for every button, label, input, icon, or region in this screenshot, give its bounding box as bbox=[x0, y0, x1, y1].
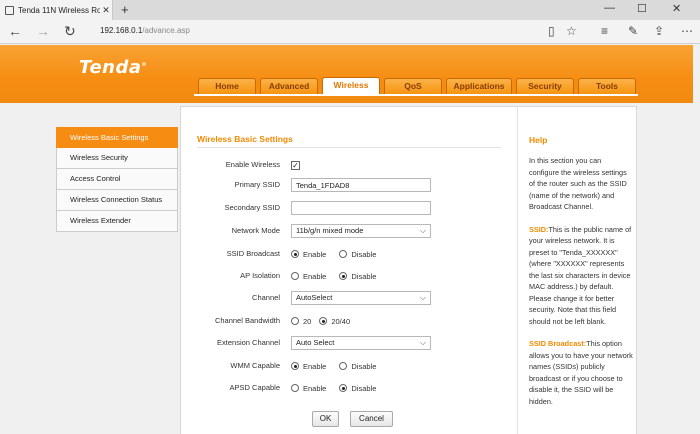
wmm-capable-label: WMM Capable bbox=[230, 361, 280, 370]
cancel-button[interactable]: Cancel bbox=[350, 411, 393, 427]
ok-button[interactable]: OK bbox=[312, 411, 339, 427]
primary-ssid-row: Primary SSID bbox=[181, 177, 518, 193]
ap-isolation-label: AP Isolation bbox=[240, 271, 280, 280]
network-mode-row: Network Mode 11b/g/n mixed mode ⌵ bbox=[181, 223, 518, 239]
tab-tools[interactable]: Tools bbox=[578, 78, 636, 94]
reading-view-icon[interactable]: ▯ bbox=[548, 24, 555, 38]
new-tab-button[interactable]: + bbox=[121, 2, 129, 17]
chevron-down-icon: ⌵ bbox=[419, 338, 426, 347]
sidebar-item-access-control[interactable]: Access Control bbox=[56, 169, 178, 190]
browser-tab[interactable]: Tenda 11N Wireless Rout ✕ bbox=[0, 0, 113, 20]
tab-applications[interactable]: Applications bbox=[446, 78, 512, 94]
browser-toolbar: ← → ↻ 192.168.0.1/advance.asp ▯ ☆ ≡ ✎ ⇪ … bbox=[0, 20, 700, 44]
channel-row: Channel AutoSelect ⌵ bbox=[181, 290, 518, 306]
extension-channel-label: Extension Channel bbox=[217, 338, 280, 347]
primary-ssid-input[interactable] bbox=[291, 178, 431, 192]
tab-wireless[interactable]: Wireless bbox=[322, 77, 380, 95]
ap-isolation-row: AP Isolation Enable Disable bbox=[181, 268, 518, 284]
help-ssid: SSID:This is the public name of your wir… bbox=[529, 224, 632, 326]
sidebar-item-wireless-connection-status[interactable]: Wireless Connection Status bbox=[56, 190, 178, 211]
help-panel: Help In this section you can configure t… bbox=[517, 106, 637, 434]
address-bar[interactable]: 192.168.0.1/advance.asp bbox=[100, 26, 190, 35]
more-icon[interactable]: ⋯ bbox=[681, 24, 693, 38]
ssid-broadcast-enable-radio[interactable]: Enable bbox=[291, 250, 326, 259]
hub-icon[interactable]: ≡ bbox=[601, 24, 608, 38]
title-divider bbox=[197, 147, 501, 148]
chevron-down-icon: ⌵ bbox=[419, 293, 426, 302]
apsd-capable-label: APSD Capable bbox=[229, 383, 280, 392]
sidebar-item-wireless-security[interactable]: Wireless Security bbox=[56, 148, 178, 169]
enable-wireless-row: Enable Wireless ✓ bbox=[181, 157, 518, 173]
network-mode-label: Network Mode bbox=[231, 226, 280, 235]
back-icon[interactable]: ← bbox=[8, 23, 22, 39]
ssid-broadcast-row: SSID Broadcast Enable Disable bbox=[181, 246, 518, 262]
help-text: In this section you can configure the wi… bbox=[529, 155, 633, 418]
wmm-disable-radio[interactable]: Disable bbox=[339, 362, 376, 371]
favorite-star-icon[interactable]: ☆ bbox=[566, 24, 577, 38]
tab-advanced[interactable]: Advanced bbox=[260, 78, 318, 94]
minimize-button[interactable]: — bbox=[604, 2, 615, 14]
help-ssid-broadcast: SSID Broadcast:This option allows you to… bbox=[529, 339, 633, 406]
bandwidth-20-radio[interactable]: 20 bbox=[291, 317, 311, 326]
wmm-enable-radio[interactable]: Enable bbox=[291, 362, 326, 371]
page-icon bbox=[5, 5, 14, 15]
channel-value: AutoSelect bbox=[296, 293, 333, 302]
url-host: 192.168.0.1 bbox=[100, 26, 143, 35]
network-mode-value: 11b/g/n mixed mode bbox=[296, 226, 364, 235]
share-icon[interactable]: ⇪ bbox=[654, 24, 664, 38]
secondary-ssid-row: Secondary SSID bbox=[181, 200, 518, 216]
settings-panel: Wireless Basic Settings Enable Wireless … bbox=[180, 106, 517, 434]
wmm-capable-row: WMM Capable Enable Disable bbox=[181, 358, 518, 374]
ssid-broadcast-label: SSID Broadcast bbox=[226, 249, 280, 258]
tab-qos[interactable]: QoS bbox=[384, 78, 442, 94]
browser-tab-bar: Tenda 11N Wireless Rout ✕ + — ☐ ✕ bbox=[0, 0, 700, 20]
channel-bandwidth-row: Channel Bandwidth 20 20/40 bbox=[181, 313, 518, 329]
ap-isolation-disable-radio[interactable]: Disable bbox=[339, 272, 376, 281]
channel-select[interactable]: AutoSelect ⌵ bbox=[291, 291, 431, 305]
tab-title: Tenda 11N Wireless Rout bbox=[18, 5, 100, 15]
header-bar: Tenda® Home Advanced Wireless QoS Applic… bbox=[0, 45, 700, 103]
forward-icon[interactable]: → bbox=[36, 23, 50, 39]
tab-close-icon[interactable]: ✕ bbox=[100, 5, 112, 16]
network-mode-select[interactable]: 11b/g/n mixed mode ⌵ bbox=[291, 224, 431, 238]
enable-wireless-label: Enable Wireless bbox=[225, 160, 280, 169]
apsd-enable-radio[interactable]: Enable bbox=[291, 384, 326, 393]
section-title: Wireless Basic Settings bbox=[197, 134, 293, 144]
help-intro: In this section you can configure the wi… bbox=[529, 156, 627, 211]
page-scrollbar[interactable] bbox=[693, 45, 700, 434]
sidebar-item-wireless-basic-settings[interactable]: Wireless Basic Settings bbox=[56, 127, 178, 148]
bandwidth-20-40-radio[interactable]: 20/40 bbox=[319, 317, 350, 326]
url-path: /advance.asp bbox=[142, 26, 190, 35]
channel-label: Channel bbox=[252, 293, 280, 302]
tab-security[interactable]: Security bbox=[516, 78, 574, 94]
refresh-icon[interactable]: ↻ bbox=[64, 23, 76, 40]
maximize-button[interactable]: ☐ bbox=[637, 2, 647, 15]
secondary-ssid-label: Secondary SSID bbox=[224, 203, 280, 212]
router-page: Tenda® Home Advanced Wireless QoS Applic… bbox=[0, 45, 700, 434]
apsd-disable-radio[interactable]: Disable bbox=[339, 384, 376, 393]
window-close-button[interactable]: ✕ bbox=[672, 2, 681, 15]
chevron-down-icon: ⌵ bbox=[419, 226, 426, 235]
ap-isolation-enable-radio[interactable]: Enable bbox=[291, 272, 326, 281]
tab-home[interactable]: Home bbox=[198, 78, 256, 94]
enable-wireless-checkbox[interactable]: ✓ bbox=[291, 160, 300, 170]
extension-channel-select[interactable]: Auto Select ⌵ bbox=[291, 336, 431, 350]
help-title: Help bbox=[529, 135, 548, 145]
web-note-icon[interactable]: ✎ bbox=[628, 24, 638, 38]
sidebar-item-wireless-extender[interactable]: Wireless Extender bbox=[56, 211, 178, 232]
channel-bandwidth-label: Channel Bandwidth bbox=[214, 316, 280, 325]
extension-channel-row: Extension Channel Auto Select ⌵ bbox=[181, 335, 518, 351]
apsd-capable-row: APSD Capable Enable Disable bbox=[181, 380, 518, 396]
primary-ssid-label: Primary SSID bbox=[234, 180, 280, 189]
sidebar: Wireless Basic Settings Wireless Securit… bbox=[56, 127, 178, 232]
secondary-ssid-input[interactable] bbox=[291, 201, 431, 215]
tenda-logo: Tenda® bbox=[79, 57, 148, 78]
ssid-broadcast-disable-radio[interactable]: Disable bbox=[339, 250, 376, 259]
tab-underline bbox=[194, 94, 638, 96]
extension-channel-value: Auto Select bbox=[296, 338, 335, 347]
